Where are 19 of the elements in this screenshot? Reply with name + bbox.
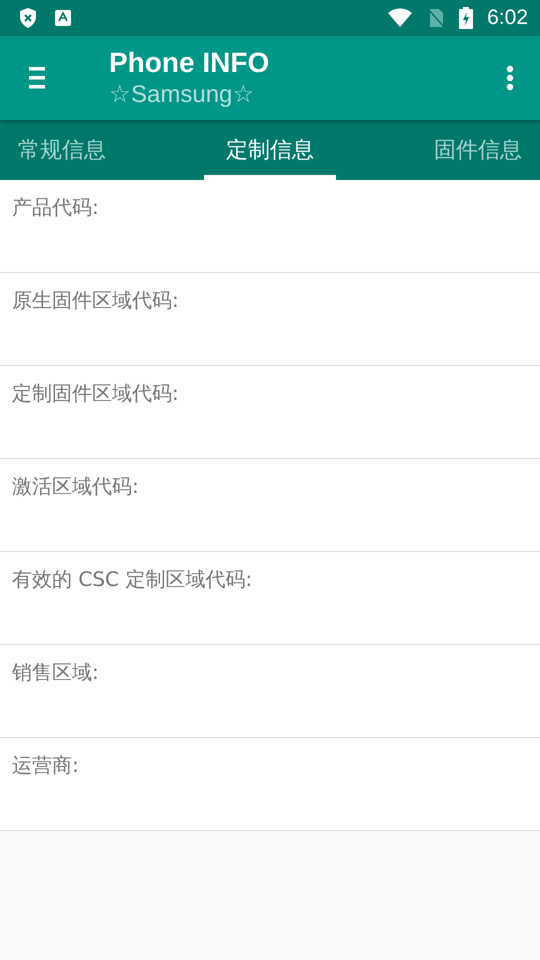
wifi-icon [387, 8, 414, 28]
tab[interactable]: 固件信息 [418, 120, 538, 180]
battery-icon [459, 7, 474, 29]
field-label: 定制固件区域代码: [12, 381, 179, 405]
field-label: 有效的 CSC 定制区域代码: [12, 567, 252, 591]
field-label: 原生固件区域代码: [12, 288, 179, 312]
shield-icon [18, 7, 38, 29]
clock: 6:02 [487, 6, 528, 30]
field-label: 销售区域: [12, 660, 99, 684]
field-label: 激活区域代码: [12, 474, 139, 498]
field-label: 产品代码: [12, 195, 99, 219]
device-subtitle: ☆Samsung☆ [109, 80, 256, 110]
tab[interactable]: 常规信息 [2, 120, 122, 180]
keyboard-app-icon [54, 9, 72, 27]
no-sim-icon [427, 8, 446, 28]
app-title: Phone INFO [109, 46, 270, 80]
more-options-icon[interactable] [506, 65, 514, 91]
field-label: 运营商: [12, 753, 79, 777]
menu-icon[interactable] [29, 67, 45, 89]
